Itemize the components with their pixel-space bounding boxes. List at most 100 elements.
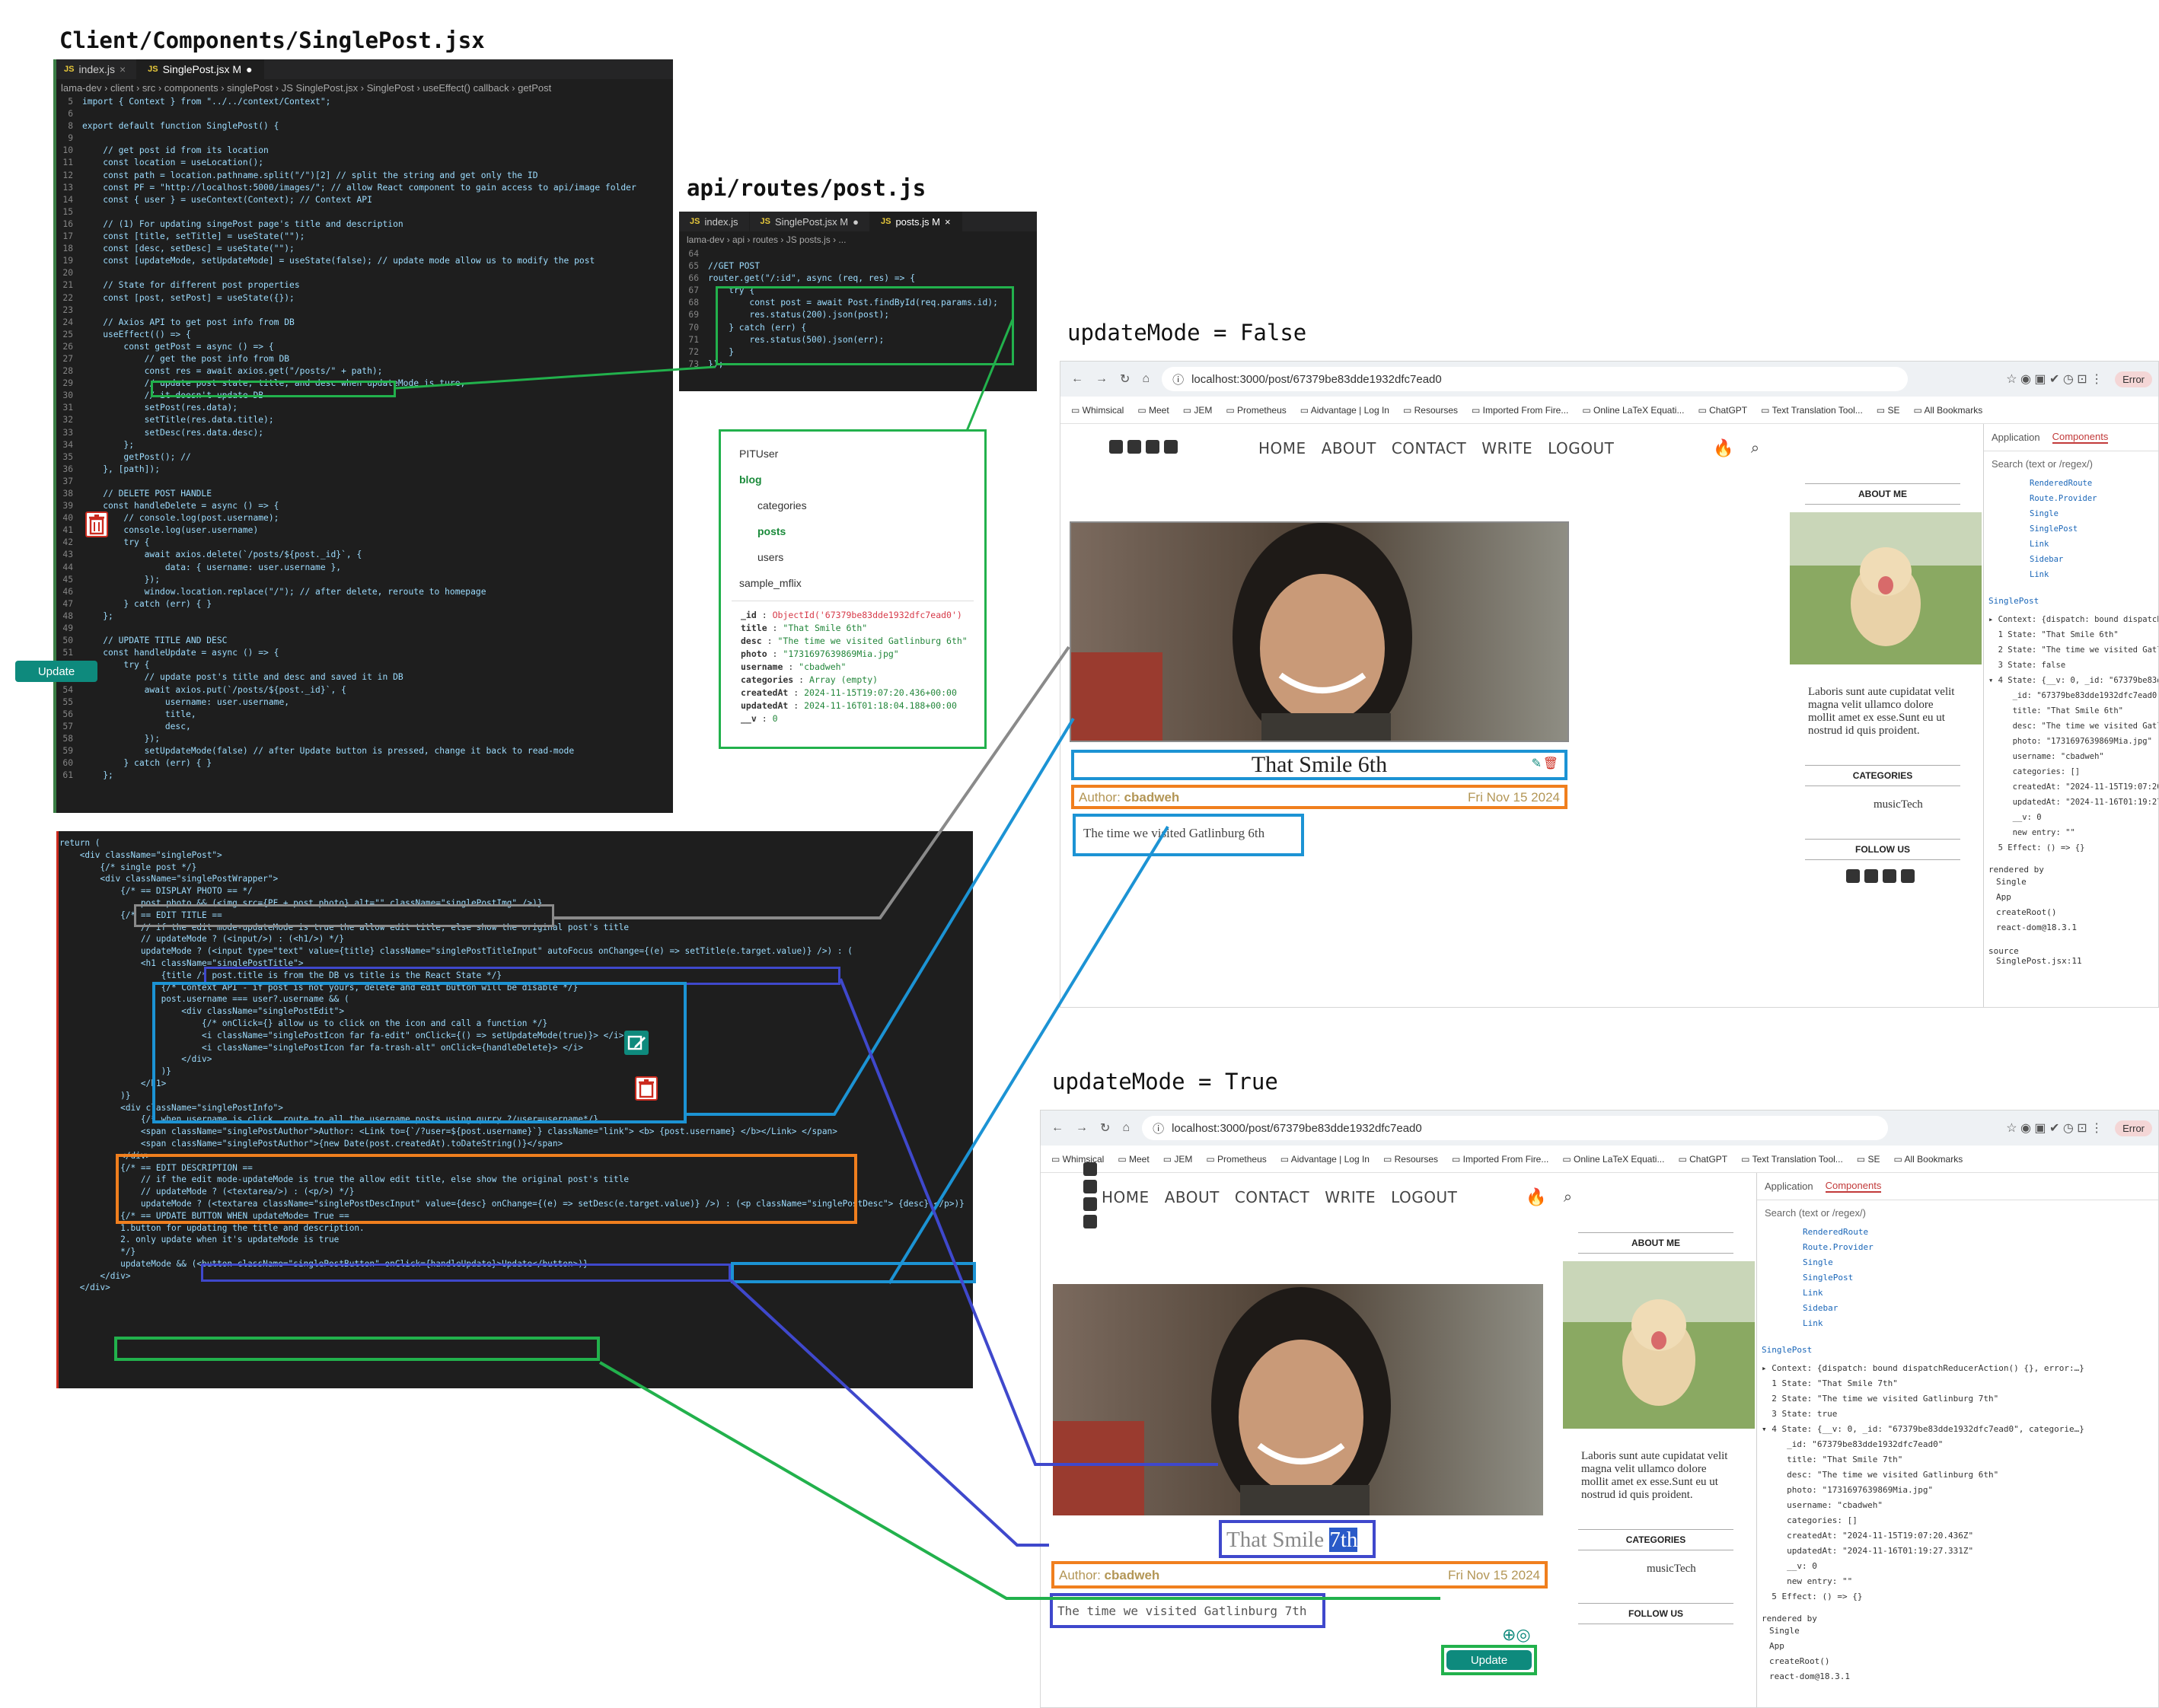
bookmark-item[interactable]: ▭ Aidvantage | Log In [1300, 405, 1389, 416]
bookmark-item[interactable]: ▭ Resourses [1383, 1154, 1438, 1165]
description-textarea[interactable]: The time we visited Gatlinburg 7th [1050, 1593, 1325, 1628]
bookmark-item[interactable]: ▭ ChatGPT [1678, 1154, 1727, 1165]
address-bar[interactable]: ⓘ localhost:3000/post/67379be83dde1932dfc… [1162, 367, 1909, 391]
facebook-icon[interactable] [1846, 869, 1860, 883]
tree-node[interactable]: RenderedRoute [2030, 476, 2158, 491]
back-icon[interactable]: ← [1071, 372, 1083, 386]
tree-node[interactable]: Route.Provider [2030, 491, 2158, 506]
bookmark-item[interactable]: ▭ Aidvantage | Log In [1280, 1154, 1370, 1165]
extension-icons[interactable]: ☆ ◉ ▣ ✔ ◷ ⊡ ⋮ [2006, 1120, 2103, 1136]
title-input[interactable]: That Smile 7th [1219, 1520, 1376, 1558]
instagram-icon[interactable] [1083, 1180, 1097, 1193]
bookmark-item[interactable]: ▭ Prometheus [1226, 405, 1286, 416]
tab-singlepost-jsx[interactable]: JS SinglePost.jsx M ● [137, 59, 264, 79]
bookmark-item[interactable]: ▭ Online LaTeX Equati... [1582, 405, 1684, 416]
devtools-tab-components[interactable]: Components [2052, 431, 2109, 444]
extension-icons[interactable]: ☆ ◉ ▣ ✔ ◷ ⊡ ⋮ [2006, 371, 2103, 387]
tree-node[interactable]: Sidebar [1803, 1301, 2158, 1316]
reload-icon[interactable]: ↻ [1120, 371, 1130, 387]
search-icon[interactable]: ⌕ [1564, 1189, 1572, 1206]
bookmark-item[interactable]: ▭ Prometheus [1206, 1154, 1266, 1165]
tree-node[interactable]: Single [2030, 506, 2158, 521]
bookmark-item[interactable]: ▭ Whimsical [1071, 405, 1124, 416]
tree-node[interactable]: Single [1803, 1255, 2158, 1270]
tree-node[interactable]: Route.Provider [1803, 1240, 2158, 1255]
bookmark-item[interactable]: ▭ SE [1877, 405, 1900, 416]
nav-link-logout[interactable]: LOGOUT [1391, 1188, 1457, 1206]
collection-item[interactable]: blog [732, 467, 984, 492]
devtools-tab-application[interactable]: Application [1765, 1181, 1813, 1192]
bookmark-item[interactable]: ▭ Meet [1118, 1154, 1149, 1165]
nav-link-contact[interactable]: CONTACT [1392, 439, 1466, 457]
api-tab-index[interactable]: JS index.js [679, 212, 750, 231]
tree-node[interactable]: RenderedRoute [1803, 1225, 2158, 1240]
twitter-icon[interactable] [1164, 439, 1178, 454]
nav-link-about[interactable]: ABOUT [1322, 439, 1376, 457]
instagram-icon[interactable] [1864, 869, 1878, 883]
rendered-by-item[interactable]: App [1769, 1639, 2158, 1654]
rendered-by-item[interactable]: App [1996, 890, 2158, 905]
nav-link-write[interactable]: WRITE [1325, 1188, 1376, 1206]
devtools-tab-components[interactable]: Components [1825, 1180, 1882, 1193]
collection-item[interactable]: categories [732, 492, 984, 518]
bookmark-item[interactable]: ▭ Imported From Fire... [1472, 405, 1568, 416]
rendered-by-item[interactable]: react-dom@18.3.1 [1769, 1669, 2158, 1684]
trash-icon[interactable]: 🗑 [1543, 756, 1558, 771]
rendered-by-item[interactable]: Single [1996, 875, 2158, 890]
tab-index-js[interactable]: JS index.js × [53, 59, 138, 79]
nav-link-write[interactable]: WRITE [1481, 439, 1532, 457]
forward-icon[interactable]: → [1076, 1121, 1088, 1135]
bookmark-item[interactable]: ▭ All Bookmarks [1893, 1154, 1963, 1165]
rendered-by-item[interactable]: react-dom@18.3.1 [1996, 920, 2158, 935]
bookmark-item[interactable]: ▭ Resourses [1403, 405, 1458, 416]
author-link[interactable]: cbadweh [1124, 790, 1180, 805]
rendered-by-item[interactable]: createRoot() [1769, 1654, 2158, 1669]
tree-node[interactable]: Link [1803, 1316, 2158, 1331]
nav-link-about[interactable]: ABOUT [1165, 1188, 1220, 1206]
edit-icon[interactable]: ✎ [1532, 756, 1542, 771]
bookmark-item[interactable]: ▭ Text Translation Tool... [1741, 1154, 1843, 1165]
nav-link-contact[interactable]: CONTACT [1235, 1188, 1309, 1206]
bookmark-item[interactable]: ▭ JEM [1183, 405, 1213, 416]
error-badge[interactable]: Error [2115, 1120, 2152, 1136]
reload-icon[interactable]: ↻ [1100, 1120, 1110, 1136]
bookmark-item[interactable]: ▭ JEM [1163, 1154, 1193, 1165]
bookmark-item[interactable]: ▭ All Bookmarks [1913, 405, 1982, 416]
twitter-icon[interactable] [1901, 869, 1915, 883]
facebook-icon[interactable] [1083, 1162, 1097, 1176]
devtools-search[interactable]: Search (text or /regex/) [1757, 1200, 2158, 1225]
tree-node[interactable]: Link [2030, 567, 2158, 582]
collection-item[interactable]: users [732, 544, 984, 570]
pinterest-icon[interactable] [1083, 1197, 1097, 1211]
category-item[interactable]: musicTech [1563, 1563, 1749, 1576]
error-badge[interactable]: Error [2115, 371, 2152, 387]
twitter-icon[interactable] [1083, 1215, 1097, 1228]
address-bar[interactable]: ⓘ localhost:3000/post/67379be83dde1932dfc… [1142, 1116, 1889, 1140]
facebook-icon[interactable] [1109, 439, 1123, 454]
api-tab-singlepost[interactable]: JS SinglePost.jsx M ● [750, 212, 870, 231]
back-icon[interactable]: ← [1051, 1121, 1064, 1135]
tree-node[interactable]: SinglePost [2030, 521, 2158, 537]
devtools-search[interactable]: Search (text or /regex/) [1984, 451, 2158, 476]
bookmark-item[interactable]: ▭ Text Translation Tool... [1761, 405, 1863, 416]
tree-node[interactable]: Link [2030, 537, 2158, 552]
api-tab-posts[interactable]: JS posts.js M × [869, 212, 962, 231]
pinterest-icon[interactable] [1146, 439, 1159, 454]
rendered-by-item[interactable]: Single [1769, 1624, 2158, 1639]
nav-link-home[interactable]: HOME [1102, 1188, 1150, 1206]
devtools-tab-application[interactable]: Application [1992, 432, 2040, 443]
collection-item[interactable]: sample_mflix [732, 570, 984, 596]
nav-link-home[interactable]: HOME [1258, 439, 1306, 457]
author-link[interactable]: cbadweh [1105, 1568, 1160, 1582]
bookmark-item[interactable]: ▭ SE [1857, 1154, 1880, 1165]
home-icon[interactable]: ⌂ [1122, 1121, 1130, 1135]
bookmark-item[interactable]: ▭ ChatGPT [1698, 405, 1747, 416]
home-icon[interactable]: ⌂ [1142, 372, 1150, 386]
collection-item[interactable]: PITUser [732, 441, 984, 467]
rendered-by-item[interactable]: createRoot() [1996, 905, 2158, 920]
tree-node[interactable]: SinglePost [1803, 1270, 2158, 1286]
bookmark-item[interactable]: ▭ Meet [1137, 405, 1169, 416]
bookmark-item[interactable]: ▭ Online LaTeX Equati... [1562, 1154, 1664, 1165]
pinterest-icon[interactable] [1883, 869, 1896, 883]
nav-link-logout[interactable]: LOGOUT [1548, 439, 1614, 457]
